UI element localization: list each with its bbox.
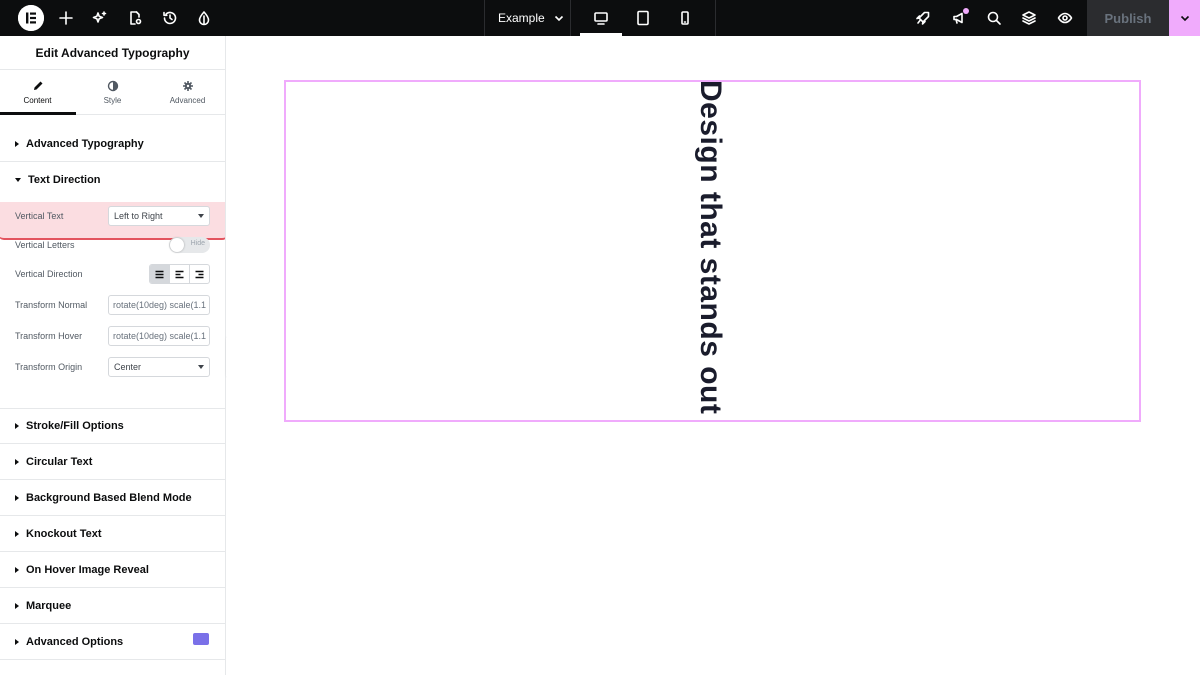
divider [484, 0, 485, 36]
panel-tabs: Content Style Advanced [0, 70, 225, 115]
chevron-down-icon [1180, 15, 1189, 22]
control-label: Vertical Text [15, 211, 64, 221]
section-label: Marquee [26, 599, 72, 612]
align-justify-icon [155, 270, 164, 278]
select-value: Center [114, 362, 142, 372]
align-left-icon [175, 270, 184, 278]
control-transform-normal: Transform Normal rotate(10deg) scale(1.1 [0, 290, 225, 320]
active-tab-indicator [0, 112, 76, 115]
justify-align-button[interactable] [150, 265, 170, 283]
page-name: Example [498, 11, 545, 25]
transform-hover-input[interactable]: rotate(10deg) scale(1.1 [108, 326, 210, 346]
rocket-icon[interactable] [911, 6, 935, 30]
search-icon[interactable] [982, 6, 1006, 30]
control-label: Vertical Letters [15, 240, 75, 250]
site-settings-drop-icon[interactable] [192, 6, 216, 30]
add-element-icon[interactable] [54, 6, 78, 30]
caret-right-icon [15, 638, 19, 645]
editor-panel: Edit Advanced Typography Content Style A… [0, 36, 226, 675]
toggle-knob [170, 238, 184, 252]
section-blend-mode[interactable]: Background Based Blend Mode [0, 480, 225, 516]
right-align-button[interactable] [190, 265, 209, 283]
panel-title: Edit Advanced Typography [0, 36, 225, 70]
transform-origin-select[interactable]: Center [108, 357, 210, 377]
section-knockout-text[interactable]: Knockout Text [0, 516, 225, 552]
caret-down-icon [15, 178, 21, 182]
contrast-icon [107, 80, 118, 91]
section-label: Background Based Blend Mode [26, 491, 192, 504]
align-right-icon [195, 270, 204, 278]
publish-button[interactable]: Publish [1087, 0, 1169, 36]
vertical-text-select[interactable]: Left to Right [108, 206, 210, 226]
page-settings-icon[interactable] [123, 6, 147, 30]
dropdown-arrow-icon [198, 214, 204, 218]
mobile-device-icon[interactable] [673, 6, 697, 30]
section-label: On Hover Image Reveal [26, 563, 149, 576]
control-vertical-letters: Vertical Letters Hide [0, 230, 225, 260]
ai-sparkle-icon[interactable] [88, 6, 112, 30]
section-label: Advanced Options [26, 635, 124, 648]
caret-right-icon [15, 494, 19, 501]
chevron-down-icon [554, 15, 563, 22]
tab-content[interactable]: Content [0, 70, 75, 114]
caret-right-icon [15, 602, 19, 609]
caret-right-icon [15, 140, 19, 147]
dropdown-arrow-icon [198, 365, 204, 369]
section-advanced-typography[interactable]: Advanced Typography [0, 126, 225, 162]
vertical-letters-toggle[interactable]: Hide [169, 237, 210, 253]
lower-sections: Stroke/Fill Options Circular Text Backgr… [0, 408, 225, 660]
control-transform-origin: Transform Origin Center [0, 352, 225, 382]
caret-right-icon [15, 566, 19, 573]
vertical-heading[interactable]: Design that stands out [693, 80, 727, 414]
caret-right-icon [15, 458, 19, 465]
tab-style[interactable]: Style [75, 70, 150, 114]
caret-right-icon [15, 530, 19, 537]
notification-dot [963, 8, 969, 14]
page-selector[interactable]: Example [498, 0, 565, 36]
top-bar: Example Publish [0, 0, 1200, 36]
section-marquee[interactable]: Marquee [0, 588, 225, 624]
divider [715, 0, 716, 36]
history-icon[interactable] [158, 6, 182, 30]
pencil-icon [33, 81, 42, 90]
desktop-device-icon[interactable] [589, 6, 613, 30]
section-label: Knockout Text [26, 527, 102, 540]
toggle-label: Hide [190, 240, 205, 247]
control-vertical-direction: Vertical Direction [0, 259, 225, 289]
control-label: Transform Hover [15, 331, 83, 341]
caret-right-icon [15, 423, 19, 429]
elementor-logo-icon[interactable] [18, 5, 44, 31]
select-value: Left to Right [114, 211, 163, 221]
tablet-device-icon[interactable] [631, 6, 655, 30]
section-label: Stroke/Fill Options [26, 420, 124, 432]
divider [570, 0, 571, 36]
pro-badge [193, 633, 209, 645]
tab-advanced-label: Advanced [169, 95, 206, 105]
publish-options-button[interactable] [1169, 0, 1200, 36]
vertical-direction-choices [149, 264, 210, 284]
section-label: Advanced Typography [26, 137, 144, 150]
control-label: Transform Origin [15, 362, 83, 372]
section-stroke-fill[interactable]: Stroke/Fill Options [0, 408, 225, 444]
section-circular-text[interactable]: Circular Text [0, 444, 225, 480]
control-label: Vertical Direction [15, 269, 83, 279]
tab-content-label: Content [23, 95, 52, 105]
control-vertical-text: Vertical Text Left to Right [0, 201, 225, 231]
transform-normal-input[interactable]: rotate(10deg) scale(1.1 [108, 295, 210, 315]
section-label: Circular Text [26, 455, 93, 468]
section-text-direction[interactable]: Text Direction [0, 162, 225, 198]
control-transform-hover: Transform Hover rotate(10deg) scale(1.1 [0, 321, 225, 351]
gear-icon [182, 80, 193, 91]
tab-style-label: Style [103, 95, 122, 105]
section-label: Text Direction [28, 174, 101, 186]
layers-structure-icon[interactable] [1017, 6, 1041, 30]
tab-advanced[interactable]: Advanced [150, 70, 225, 114]
left-align-button[interactable] [170, 265, 190, 283]
control-label: Transform Normal [15, 300, 88, 310]
section-hover-image-reveal[interactable]: On Hover Image Reveal [0, 552, 225, 588]
preview-eye-icon[interactable] [1053, 6, 1077, 30]
